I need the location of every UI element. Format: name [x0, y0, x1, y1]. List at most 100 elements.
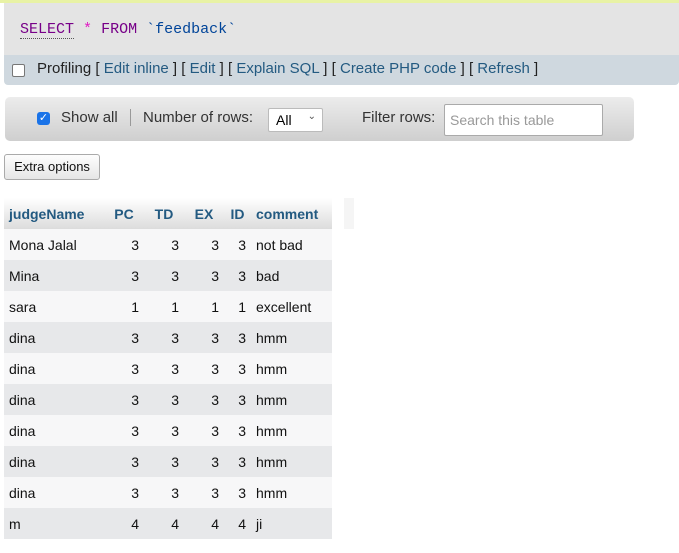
cell-pc: 3	[104, 229, 144, 260]
create-php-code-link[interactable]: Create PHP code	[340, 60, 456, 77]
cell-id: 3	[224, 229, 251, 260]
cell-comment: hmm	[251, 322, 332, 353]
cell-td: 1	[144, 291, 184, 322]
cell-id: 3	[224, 353, 251, 384]
refresh-link[interactable]: Refresh	[477, 60, 530, 77]
separator	[130, 109, 131, 126]
cell-td: 3	[144, 446, 184, 477]
table-body: Mona Jalal 3 3 3 3 not bad Mina 3 3 3 3 bad sara 1 1 1 1…	[4, 229, 332, 539]
cell-pc: 3	[104, 260, 144, 291]
edit-inline-link[interactable]: Edit inline	[104, 60, 169, 77]
show-all-checkbox[interactable]: ✓	[37, 112, 50, 125]
table-row[interactable]: dina 3 3 3 3 hmm	[4, 322, 332, 353]
cell-td: 3	[144, 229, 184, 260]
results-table: judgeName PC TD EX ID comment Mona Jalal…	[4, 198, 332, 539]
checkmark-icon: ✓	[38, 112, 49, 124]
cell-td: 3	[144, 322, 184, 353]
cell-pc: 3	[104, 446, 144, 477]
cell-judgename: dina	[4, 353, 104, 384]
table-row[interactable]: Mona Jalal 3 3 3 3 not bad	[4, 229, 332, 260]
cell-comment: excellent	[251, 291, 332, 322]
cell-pc: 3	[104, 415, 144, 446]
chevron-down-icon: ⌄	[307, 111, 316, 122]
rows-select[interactable]: All ⌄	[268, 108, 323, 132]
cell-id: 1	[224, 291, 251, 322]
cell-ex: 3	[184, 384, 224, 415]
cell-ex: 3	[184, 415, 224, 446]
query-tools-links: Profiling [ Edit inline ] [ Edit ] [ Exp…	[37, 60, 539, 77]
profiling-label: Profiling	[37, 60, 92, 77]
cell-id: 3	[224, 477, 251, 508]
cell-ex: 3	[184, 353, 224, 384]
cell-pc: 3	[104, 353, 144, 384]
cell-judgename: dina	[4, 446, 104, 477]
table-row[interactable]: dina 3 3 3 3 hmm	[4, 477, 332, 508]
cell-ex: 3	[184, 229, 224, 260]
cell-judgename: dina	[4, 415, 104, 446]
cell-comment: hmm	[251, 384, 332, 415]
cell-td: 3	[144, 415, 184, 446]
cell-ex: 3	[184, 446, 224, 477]
rows-select-value: All	[276, 112, 292, 128]
rows-label: Number of rows:	[143, 109, 254, 126]
cell-comment: ji	[251, 508, 332, 539]
cell-td: 3	[144, 477, 184, 508]
filter-rows-input[interactable]: Search this table	[444, 104, 603, 136]
cell-pc: 3	[104, 477, 144, 508]
cell-comment: hmm	[251, 446, 332, 477]
table-row[interactable]: m 4 4 4 4 ji	[4, 508, 332, 539]
table-row[interactable]: dina 3 3 3 3 hmm	[4, 353, 332, 384]
header-extension	[344, 198, 354, 229]
cell-pc: 3	[104, 322, 144, 353]
table-row[interactable]: dina 3 3 3 3 hmm	[4, 384, 332, 415]
sql-operator: *	[83, 21, 93, 38]
show-all-label: Show all	[61, 109, 118, 126]
cell-ex: 4	[184, 508, 224, 539]
cell-pc: 3	[104, 384, 144, 415]
cell-judgename: m	[4, 508, 104, 539]
cell-comment: hmm	[251, 353, 332, 384]
cell-comment: hmm	[251, 477, 332, 508]
edit-link[interactable]: Edit	[190, 60, 216, 77]
filter-rows-placeholder: Search this table	[450, 112, 555, 128]
sql-keyword-select[interactable]: SELECT	[20, 21, 75, 39]
column-header-comment[interactable]: comment	[251, 198, 332, 229]
cell-comment: not bad	[251, 229, 332, 260]
column-header-judgename[interactable]: judgeName	[4, 198, 104, 229]
cell-td: 4	[144, 508, 184, 539]
table-row[interactable]: Mina 3 3 3 3 bad	[4, 260, 332, 291]
table-row[interactable]: dina 3 3 3 3 hmm	[4, 415, 332, 446]
cell-td: 3	[144, 353, 184, 384]
sql-table-name: `feedback`	[146, 21, 237, 38]
cell-id: 3	[224, 384, 251, 415]
cell-judgename: dina	[4, 477, 104, 508]
cell-judgename: Mina	[4, 260, 104, 291]
cell-judgename: dina	[4, 322, 104, 353]
cell-pc: 1	[104, 291, 144, 322]
sql-keyword-from: FROM	[101, 21, 138, 38]
table-row[interactable]: dina 3 3 3 3 hmm	[4, 446, 332, 477]
sql-query-box: SELECT * FROM `feedback`	[4, 3, 679, 55]
extra-options-button[interactable]: Extra options	[4, 154, 100, 180]
column-header-id[interactable]: ID	[224, 198, 251, 229]
cell-id: 3	[224, 322, 251, 353]
explain-sql-link[interactable]: Explain SQL	[236, 60, 319, 77]
column-header-pc[interactable]: PC	[104, 198, 144, 229]
cell-ex: 3	[184, 322, 224, 353]
sql-query: SELECT * FROM `feedback`	[20, 21, 237, 39]
column-header-ex[interactable]: EX	[184, 198, 224, 229]
table-header-row: judgeName PC TD EX ID comment	[4, 198, 332, 229]
table-row[interactable]: sara 1 1 1 1 excellent	[4, 291, 332, 322]
query-tools-bar: Profiling [ Edit inline ] [ Edit ] [ Exp…	[4, 55, 679, 85]
cell-id: 3	[224, 446, 251, 477]
cell-ex: 3	[184, 477, 224, 508]
cell-td: 3	[144, 384, 184, 415]
column-header-td[interactable]: TD	[144, 198, 184, 229]
profiling-checkbox[interactable]	[12, 64, 25, 77]
cell-ex: 1	[184, 291, 224, 322]
cell-id: 3	[224, 260, 251, 291]
cell-ex: 3	[184, 260, 224, 291]
cell-pc: 4	[104, 508, 144, 539]
cell-judgename: sara	[4, 291, 104, 322]
cell-id: 4	[224, 508, 251, 539]
